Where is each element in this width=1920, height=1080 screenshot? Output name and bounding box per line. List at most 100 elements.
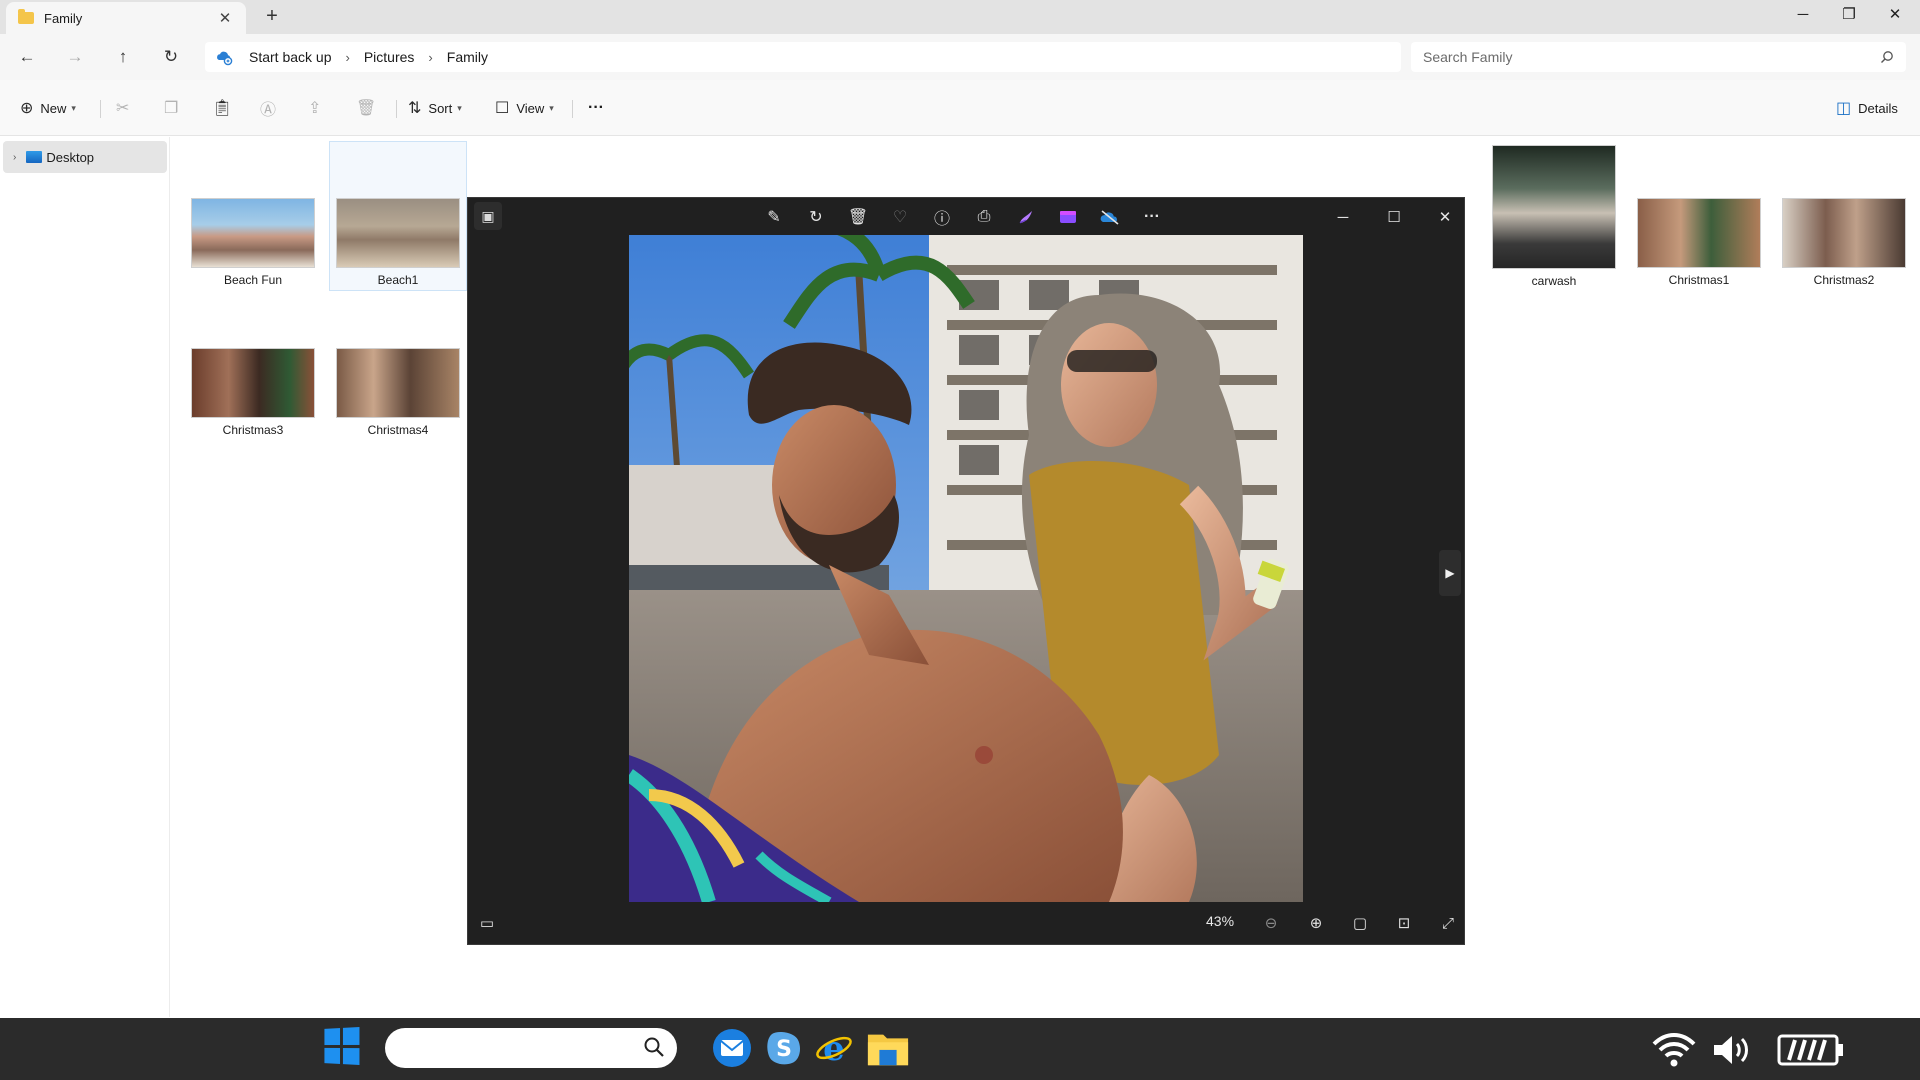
wifi-button[interactable]	[1648, 1032, 1700, 1068]
sidebar-item-desktop[interactable]: › Desktop	[3, 141, 167, 173]
print-button[interactable]: ⎙	[972, 206, 996, 228]
restore-button[interactable]: ❐	[1826, 0, 1872, 28]
trash-icon: 🗑︎	[356, 100, 377, 117]
filmstrip-button[interactable]: ▭	[474, 912, 500, 934]
sort-button[interactable]: ⇅ Sort ▾	[408, 96, 462, 120]
delete-button[interactable]: 🗑︎	[356, 96, 383, 120]
delete-photo-button[interactable]: 🗑︎	[846, 206, 870, 228]
paste-button[interactable]: 📋︎	[212, 96, 239, 120]
paint-brush-icon	[1019, 211, 1032, 224]
minimize-button[interactable]: ─	[1780, 0, 1826, 28]
file-item[interactable]: Beach1	[336, 198, 460, 287]
edit-image-button[interactable]: ✎	[762, 206, 786, 228]
start-button[interactable]	[324, 1026, 360, 1066]
refresh-button[interactable]: ↻	[158, 44, 184, 70]
divider	[100, 100, 101, 118]
chevron-right-icon[interactable]: ›	[13, 152, 16, 163]
tab-close-icon[interactable]: ✕	[216, 9, 234, 27]
windows-logo-icon	[324, 1047, 340, 1064]
zoom-in-button[interactable]: ⊕	[1303, 912, 1329, 934]
scissors-icon: ✂	[116, 100, 130, 117]
sort-icon: ⇅	[408, 100, 422, 117]
chevron-down-icon: ▾	[549, 102, 554, 113]
taskbar: S e	[0, 1018, 1920, 1080]
viewer-close-button[interactable]: ✕	[1430, 206, 1460, 228]
play-next-icon: ▶	[1445, 566, 1455, 580]
new-button[interactable]: ⊕ New ▾	[20, 96, 76, 120]
search-input[interactable]: Search Family	[1411, 42, 1906, 72]
rename-button[interactable]: Ⓐ	[260, 96, 283, 120]
file-name: Christmas4	[367, 423, 429, 437]
search-icon	[1881, 51, 1893, 63]
file-info-button[interactable]: ⓘ	[930, 206, 954, 228]
file-name: Beach1	[377, 273, 419, 287]
gallery-button[interactable]: ▣	[474, 202, 502, 230]
thumbnail-image	[336, 198, 460, 268]
share-button[interactable]: ⇪	[308, 96, 328, 120]
file-name: Christmas1	[1668, 273, 1730, 287]
file-item[interactable]: Christmas2	[1782, 198, 1906, 287]
breadcrumb-family[interactable]: Family	[447, 49, 488, 65]
volume-button[interactable]	[1708, 1032, 1756, 1068]
file-name: carwash	[1531, 274, 1577, 288]
share-icon: ⇪	[308, 100, 322, 117]
file-item[interactable]: Christmas1	[1637, 198, 1761, 287]
zoom-in-icon: ⊕	[1309, 915, 1323, 932]
file-item[interactable]: Christmas3	[191, 348, 315, 437]
new-label: New	[40, 100, 67, 116]
taskbar-search-box[interactable]	[385, 1028, 677, 1068]
thumbnail-image	[191, 198, 315, 268]
skype-icon: S	[767, 1032, 800, 1065]
start-backup-link[interactable]: Start back up	[249, 49, 332, 65]
tab-title: Family	[44, 10, 83, 26]
cut-button[interactable]: ✂	[116, 96, 136, 120]
viewer-maximize-button[interactable]: ☐	[1379, 206, 1409, 228]
next-photo-button[interactable]: ▶	[1439, 550, 1461, 596]
displayed-photo	[629, 235, 1303, 902]
viewer-minimize-button[interactable]: ─	[1328, 206, 1358, 228]
viewer-toolbar: ▣ ✎ ↻ 🗑︎ ♡ ⓘ ⎙ ··· ─ ☐ ✕	[468, 198, 1464, 234]
breadcrumb-pictures[interactable]: Pictures	[364, 49, 415, 65]
new-tab-button[interactable]: +	[262, 5, 282, 28]
close-window-button[interactable]: ✕	[1872, 0, 1918, 28]
viewer-more-button[interactable]: ···	[1140, 206, 1164, 228]
onedrive-button[interactable]	[1098, 206, 1122, 228]
sort-label: Sort	[428, 100, 453, 116]
favorite-button[interactable]: ♡	[888, 206, 912, 228]
clipboard-icon: 📋︎	[212, 100, 233, 117]
battery-button[interactable]	[1776, 1032, 1846, 1068]
internet-explorer-button[interactable]: e	[812, 1026, 856, 1070]
rotate-button[interactable]: ↻	[804, 206, 828, 228]
copy-button[interactable]: ❐	[164, 96, 185, 120]
file-item[interactable]: carwash	[1492, 145, 1616, 288]
file-explorer-button[interactable]	[866, 1026, 910, 1070]
skype-app-button[interactable]: S	[762, 1026, 806, 1070]
address-bar[interactable]: Start back up › Pictures › Family	[205, 42, 1401, 72]
tab-family[interactable]: Family ✕	[6, 2, 246, 34]
file-item[interactable]: Christmas4	[336, 348, 460, 437]
details-pane-icon: ◫	[1836, 100, 1852, 117]
navigation-bar: ← → ↑ ↻ Start back up › Pictures › Famil…	[0, 34, 1920, 80]
forward-button[interactable]: →	[62, 44, 88, 70]
view-button[interactable]: ☐ View ▾	[495, 96, 554, 120]
fit-to-window-button[interactable]: ▢	[1347, 912, 1373, 934]
paint-app-button[interactable]	[1014, 206, 1038, 228]
mail-app-button[interactable]	[710, 1026, 754, 1070]
zoom-level: 43%	[1206, 913, 1235, 929]
fullscreen-button[interactable]: ⤢	[1435, 912, 1461, 934]
breadcrumb-separator-icon: ›	[345, 49, 350, 65]
actual-size-button[interactable]: ⊡	[1391, 912, 1417, 934]
details-button[interactable]: ◫ Details	[1836, 96, 1898, 120]
windows-logo-icon	[342, 1047, 360, 1066]
navigation-pane: › Desktop	[0, 137, 170, 1017]
up-button[interactable]: ↑	[110, 44, 136, 70]
more-options-button[interactable]: ···	[588, 96, 604, 120]
wifi-icon	[1652, 1033, 1696, 1067]
thumbnail-image	[336, 348, 460, 418]
file-item[interactable]: Beach Fun	[191, 198, 315, 287]
file-name: Beach Fun	[223, 273, 283, 287]
plus-circle-icon: ⊕	[20, 100, 34, 117]
back-button[interactable]: ←	[14, 44, 40, 70]
clipchamp-button[interactable]	[1056, 206, 1080, 228]
zoom-out-button[interactable]: ⊖	[1258, 912, 1284, 934]
